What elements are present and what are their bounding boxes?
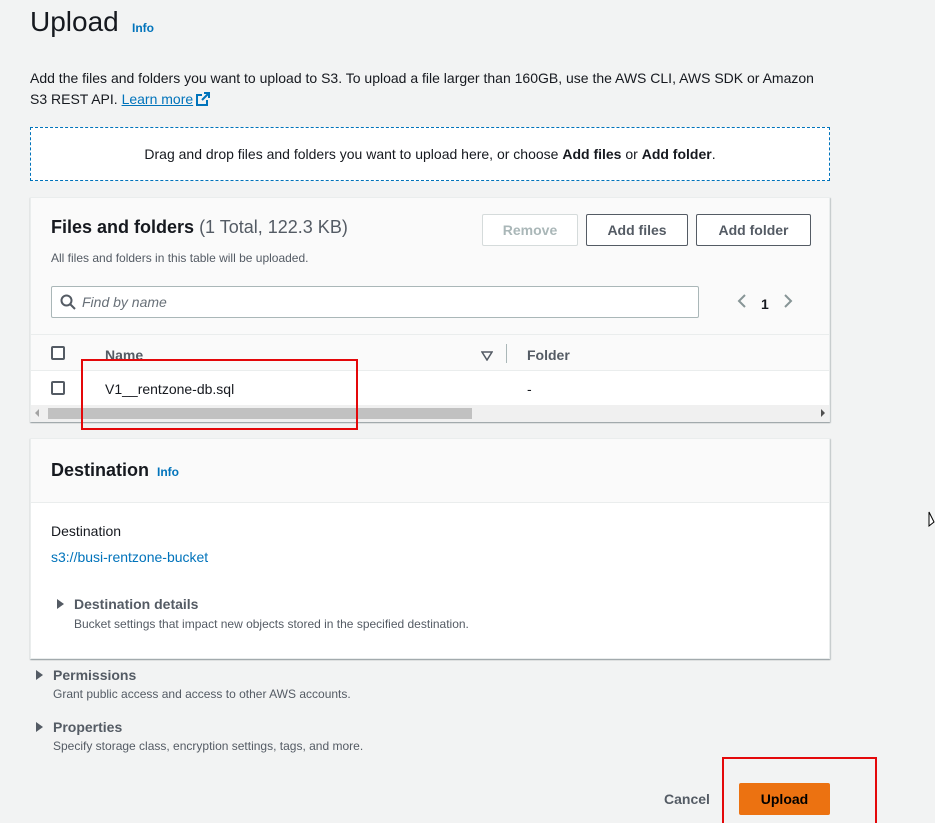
row-checkbox[interactable] xyxy=(51,381,65,395)
highlight-box-file xyxy=(81,359,358,430)
highlight-box-upload xyxy=(722,757,877,823)
dropzone-text: Drag and drop files and folders you want… xyxy=(144,146,563,162)
column-divider[interactable] xyxy=(506,344,507,363)
caret-right-icon xyxy=(57,599,64,609)
destination-details-subtitle: Bucket settings that impact new objects … xyxy=(74,617,469,631)
destination-label: Destination xyxy=(51,523,122,539)
page-number[interactable]: 1 xyxy=(761,296,769,312)
search-box xyxy=(51,286,699,318)
column-header-folder[interactable]: Folder xyxy=(527,347,570,363)
destination-panel-header: Destination Info xyxy=(31,439,829,503)
page-title: Upload xyxy=(30,6,119,37)
properties-subtitle: Specify storage class, encryption settin… xyxy=(53,739,364,753)
chevron-left-icon[interactable] xyxy=(737,293,747,314)
destination-info-link[interactable]: Info xyxy=(157,465,179,479)
add-folder-button[interactable]: Add folder xyxy=(696,214,811,246)
file-folder: - xyxy=(527,381,532,397)
external-link-icon[interactable] xyxy=(196,91,211,112)
destination-details-title: Destination details xyxy=(74,596,199,612)
search-icon xyxy=(60,294,76,315)
files-panel-subtitle: All files and folders in this table will… xyxy=(51,251,309,265)
learn-more-label: Learn more xyxy=(121,91,194,107)
destination-title: Destination xyxy=(51,460,150,480)
sort-icon[interactable] xyxy=(480,348,494,366)
destination-panel: Destination Info Destination s3://busi-r… xyxy=(30,438,830,659)
learn-more-link[interactable]: Learn more xyxy=(122,91,194,107)
destination-bucket-link[interactable]: s3://busi-rentzone-bucket xyxy=(51,549,208,565)
caret-right-icon xyxy=(36,670,43,680)
page-description: Add the files and folders you want to up… xyxy=(30,68,830,112)
scroll-right-arrow-icon[interactable] xyxy=(821,409,825,417)
properties-title: Properties xyxy=(53,719,123,735)
scroll-left-arrow-icon[interactable] xyxy=(35,409,39,417)
add-files-button[interactable]: Add files xyxy=(586,214,688,246)
dropzone-or: or xyxy=(621,146,642,162)
dropzone-add-files: Add files xyxy=(562,146,622,162)
files-title-text: Files and folders xyxy=(51,217,195,237)
select-all-checkbox[interactable] xyxy=(51,346,65,360)
file-dropzone[interactable]: Drag and drop files and folders you want… xyxy=(30,127,830,181)
files-panel-title: Files and folders (1 Total, 122.3 KB) xyxy=(51,217,348,238)
info-link[interactable]: Info xyxy=(132,21,154,35)
dropzone-add-folder: Add folder xyxy=(641,146,712,162)
files-panel-header: Files and folders (1 Total, 122.3 KB) Al… xyxy=(31,198,829,334)
chevron-right-icon[interactable] xyxy=(783,293,793,314)
permissions-title: Permissions xyxy=(53,667,137,683)
dropzone-period: . xyxy=(711,146,716,162)
caret-right-icon xyxy=(36,722,43,732)
permissions-subtitle: Grant public access and access to other … xyxy=(53,687,351,701)
cancel-button[interactable]: Cancel xyxy=(655,783,719,815)
files-count: (1 Total, 122.3 KB) xyxy=(199,217,348,237)
cursor-icon xyxy=(928,511,935,534)
search-input[interactable] xyxy=(82,287,682,317)
pagination: 1 xyxy=(737,293,793,314)
remove-button[interactable]: Remove xyxy=(482,214,578,246)
